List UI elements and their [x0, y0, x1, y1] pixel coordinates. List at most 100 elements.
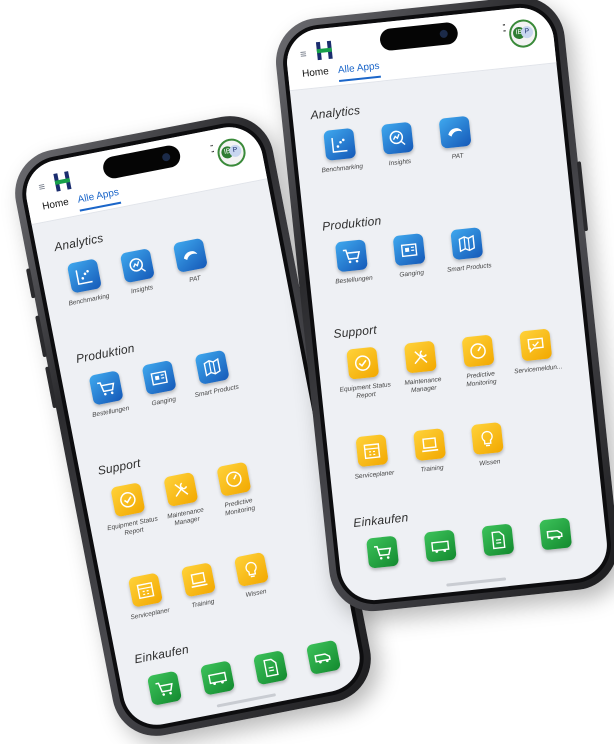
app-label: Equipment Status Report	[106, 515, 159, 537]
calendar-icon	[127, 572, 164, 608]
app-label: Maintenance Manager	[404, 376, 442, 395]
app-maintenance-manager[interactable]: Maintenance Manager	[153, 470, 214, 531]
cart-icon	[366, 535, 400, 569]
laptop-icon	[413, 428, 447, 462]
check-circle-icon	[110, 482, 146, 518]
app-smart-products[interactable]: Smart Products	[184, 348, 243, 401]
brand-logo	[50, 168, 76, 194]
app-serviceplaner[interactable]: Serviceplaner	[117, 570, 176, 623]
section-title: Einkaufen	[133, 642, 190, 667]
app-bestellungen[interactable]: Bestellungen	[324, 238, 380, 287]
app-bestellungen[interactable]: Bestellungen	[78, 368, 137, 421]
tab-bar: Home Alle Apps	[41, 186, 121, 222]
app-benchmarking[interactable]: Benchmarking	[312, 127, 368, 176]
tab-alle-apps[interactable]: Alle Apps	[337, 60, 381, 83]
section-title: Produktion	[321, 213, 383, 234]
home-indicator	[446, 577, 507, 587]
document-icon	[252, 650, 289, 686]
app-pat[interactable]: PAT	[428, 115, 484, 164]
side-button	[25, 268, 36, 299]
cart-icon	[88, 370, 124, 406]
smart-products-icon	[450, 227, 484, 261]
gauge-icon	[216, 461, 252, 497]
side-button	[45, 366, 57, 409]
lightbulb-icon	[233, 551, 270, 588]
app-label: Insights	[130, 284, 154, 296]
tab-home[interactable]: Home	[41, 197, 69, 213]
app-label: Ganging	[151, 395, 177, 408]
app-label: Equipment Status Report	[339, 381, 392, 400]
bus-icon	[199, 660, 236, 696]
app-maintenance-manager[interactable]: Maintenance Manager	[393, 339, 450, 396]
document-icon	[481, 523, 515, 557]
app-label: Bestellungen	[334, 274, 374, 286]
more-icon[interactable]: ⁚⁚	[209, 144, 213, 155]
pat-swirl-icon	[172, 237, 208, 273]
app-einkaufen-bus[interactable]	[189, 658, 246, 697]
app-training[interactable]: Training	[170, 560, 229, 613]
app-label: Servicemeldun...	[513, 363, 563, 376]
app-predictive-monitoring[interactable]: Predictive Monitoring	[451, 333, 508, 390]
app-label: PAT	[451, 152, 464, 161]
brand-logo	[313, 38, 337, 62]
tab-bar: Home Alle Apps	[302, 60, 381, 89]
calendar-icon	[355, 434, 389, 468]
avatar[interactable]: IB P	[507, 18, 539, 49]
menu-icon[interactable]: ≡	[38, 181, 47, 194]
app-pat[interactable]: PAT	[162, 236, 221, 289]
laptop-icon	[180, 562, 217, 598]
app-einkaufen-document[interactable]	[471, 522, 526, 557]
app-insights[interactable]: Insights	[370, 121, 426, 170]
app-label: Smart Products	[446, 262, 492, 274]
check-circle-icon	[346, 346, 380, 380]
app-label: Ganging	[399, 269, 425, 279]
app-wissen[interactable]: Wissen	[460, 421, 516, 470]
tab-alle-apps[interactable]: Alle Apps	[76, 186, 121, 212]
app-label: Training	[420, 464, 444, 474]
app-label: PAT	[188, 274, 202, 284]
avatar-initials: P	[520, 25, 534, 39]
section-title: Support	[332, 322, 378, 341]
app-equipment-status-report[interactable]: Equipment Status Report	[335, 345, 392, 402]
side-button	[576, 161, 589, 232]
gauge-icon	[461, 334, 495, 368]
tools-icon	[403, 340, 437, 374]
van-icon	[305, 639, 342, 675]
app-servicemeldung[interactable]: Servicemeldun...	[508, 327, 564, 376]
app-benchmarking[interactable]: Benchmarking	[56, 256, 115, 309]
more-icon[interactable]: ⁚⁚	[502, 24, 505, 35]
app-insights[interactable]: Insights	[109, 246, 168, 299]
app-label: Predictive Monitoring	[223, 497, 256, 518]
app-label: Smart Products	[194, 383, 240, 400]
app-training[interactable]: Training	[402, 427, 458, 476]
tools-icon	[163, 471, 199, 508]
avatar[interactable]: IB P	[215, 136, 248, 170]
app-label: Benchmarking	[67, 292, 111, 308]
app-equipment-status-report[interactable]: Equipment Status Report	[99, 480, 160, 541]
app-ganging[interactable]: Ganging	[382, 232, 438, 281]
app-einkaufen-bus[interactable]	[413, 528, 468, 563]
magnifier-chart-icon	[380, 121, 414, 155]
section-title: Analytics	[52, 230, 105, 255]
app-header: ≡ ⁚⁚ IB P Home Alle Apps	[20, 121, 268, 226]
app-smart-products[interactable]: Smart Products	[439, 226, 495, 275]
app-label: Bestellungen	[91, 404, 130, 419]
app-serviceplaner[interactable]: Serviceplaner	[344, 433, 400, 482]
app-ganging[interactable]: Ganging	[131, 358, 190, 411]
app-einkaufen-cart[interactable]	[136, 669, 193, 708]
tab-home[interactable]: Home	[302, 66, 330, 80]
section-title: Support	[96, 455, 142, 478]
app-einkaufen-van[interactable]	[528, 516, 583, 551]
ganging-machine-icon	[392, 233, 426, 267]
app-label: Insights	[388, 157, 412, 168]
scatter-chart-icon	[323, 127, 357, 161]
app-wissen[interactable]: Wissen	[223, 550, 282, 603]
menu-icon[interactable]: ≡	[300, 48, 308, 61]
app-header: ≡ ⁚⁚ IB P Home Alle Apps	[283, 4, 557, 92]
app-einkaufen-cart[interactable]	[355, 534, 410, 569]
app-einkaufen-document[interactable]	[242, 648, 299, 687]
van-icon	[539, 517, 573, 551]
app-predictive-monitoring[interactable]: Predictive Monitoring	[206, 459, 267, 520]
cart-icon	[334, 239, 368, 273]
app-einkaufen-van[interactable]	[295, 638, 352, 677]
